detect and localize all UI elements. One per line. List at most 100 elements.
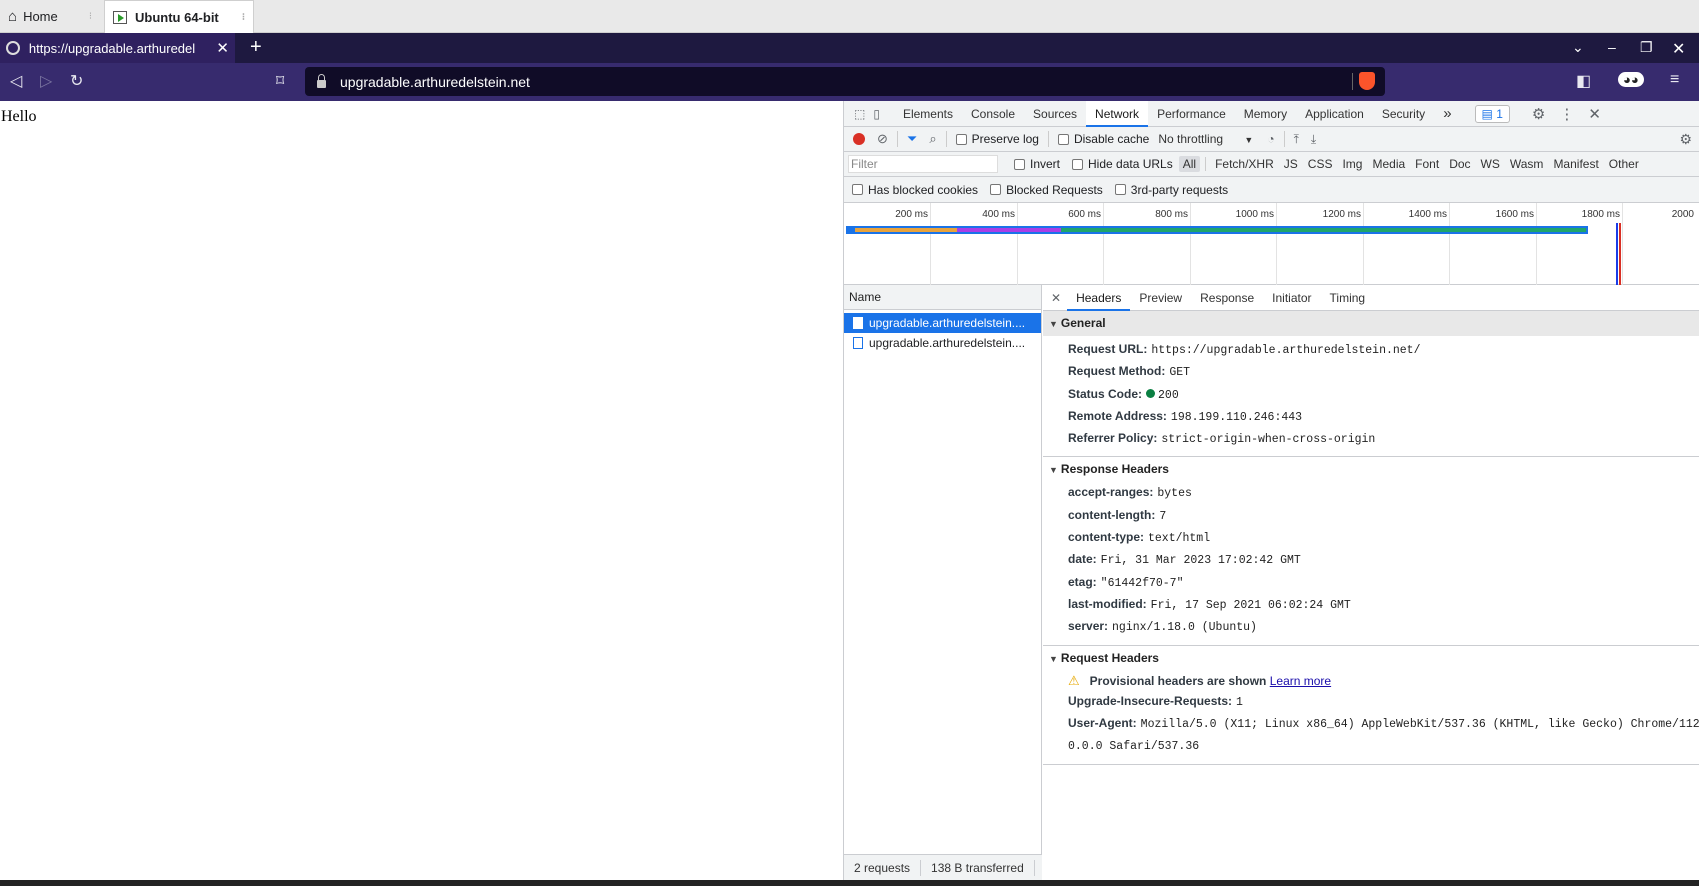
filter-media[interactable]: Media [1368, 156, 1409, 172]
network-conditions-icon[interactable]: ◔ [1267, 132, 1274, 146]
address-bar[interactable]: upgradable.arthuredelstein.net [305, 67, 1385, 96]
header-value: text/html [1148, 532, 1211, 546]
filter-other[interactable]: Other [1605, 156, 1643, 172]
response-headers-header[interactable]: ▼ Response Headers [1043, 457, 1699, 482]
toolbar-divider [945, 131, 947, 147]
header-value: 198.199.110.246:443 [1170, 410, 1303, 424]
header-key: content-type: [1068, 530, 1144, 545]
address-bar-divider [1352, 73, 1353, 90]
tab-separator: ⁝ [88, 11, 92, 22]
tab-timing[interactable]: Timing [1321, 285, 1375, 311]
close-devtools-icon[interactable]: ✕ [1588, 105, 1601, 123]
filter-doc[interactable]: Doc [1445, 156, 1474, 172]
sidebar-icon[interactable]: ◧ [1576, 71, 1591, 91]
filter-input[interactable]: Filter [848, 155, 998, 173]
blocked-requests-checkbox[interactable] [990, 184, 1002, 195]
request-headers-header[interactable]: ▼ Request Headers [1043, 646, 1699, 671]
reload-icon[interactable]: ↻ [70, 71, 83, 91]
tab-headers[interactable]: Headers [1067, 285, 1131, 311]
tab-console[interactable]: Console [962, 101, 1024, 127]
filter-fetch-xhr[interactable]: Fetch/XHR [1211, 156, 1278, 172]
tab-elements[interactable]: Elements [894, 101, 962, 127]
tab-memory[interactable]: Memory [1235, 101, 1296, 127]
filter-img[interactable]: Img [1338, 156, 1366, 172]
invert-checkbox[interactable] [1014, 158, 1025, 170]
header-value: 0.0.0 Safari/537.36 [1068, 740, 1200, 754]
filter-font[interactable]: Font [1411, 156, 1443, 172]
triangle-down-icon: ▼ [1049, 653, 1058, 664]
bookmark-icon[interactable]: ⌑ [276, 71, 284, 91]
close-detail-icon[interactable]: ✕ [1051, 291, 1061, 305]
search-icon[interactable]: ⌕ [929, 131, 936, 147]
tab-response[interactable]: Response [1191, 285, 1263, 311]
inspect-element-icon[interactable]: ⬚ [854, 107, 865, 121]
filter-icon[interactable]: ⏷ [907, 131, 917, 147]
timeline-segment-connect [855, 228, 957, 232]
disable-cache-checkbox[interactable] [1057, 133, 1069, 145]
request-name: upgradable.arthuredelstein.... [869, 336, 1026, 350]
tab-application[interactable]: Application [1296, 101, 1373, 127]
menu-icon[interactable]: ≡ [1670, 71, 1679, 89]
learn-more-link[interactable]: Learn more [1270, 674, 1331, 688]
network-overview-timeline[interactable]: 200 ms 400 ms 600 ms 800 ms 1000 ms 1200… [844, 203, 1699, 285]
hide-data-urls-checkbox[interactable] [1072, 158, 1084, 170]
document-icon [853, 317, 863, 329]
header-value: Fri, 31 Mar 2023 17:02:42 GMT [1100, 554, 1301, 568]
clear-icon[interactable]: ⊘ [877, 131, 888, 147]
brave-shields-icon[interactable] [1359, 72, 1375, 90]
request-list-header[interactable]: Name [844, 285, 1041, 310]
minimize-icon[interactable]: – [1608, 39, 1616, 55]
close-tab-icon[interactable]: ✕ [216, 39, 229, 57]
throttling-select[interactable]: No throttling ▼ [1158, 132, 1253, 146]
preserve-log-checkbox[interactable] [955, 133, 967, 145]
device-toolbar-icon[interactable]: ▯ [873, 107, 880, 121]
import-har-icon[interactable]: ⤒ [1294, 132, 1299, 147]
timeline-gridline [1449, 203, 1450, 285]
general-section-header[interactable]: ▼ General [1043, 311, 1699, 336]
filter-row: Filter Invert Hide data URLs All Fetch/X… [844, 152, 1699, 177]
filter-manifest[interactable]: Manifest [1549, 156, 1602, 172]
tab-security[interactable]: Security [1373, 101, 1434, 127]
filter-css[interactable]: CSS [1304, 156, 1337, 172]
browser-tab[interactable]: https://upgradable.arthuredel ✕ [0, 33, 235, 63]
network-settings-icon[interactable]: ⚙ [1679, 131, 1692, 148]
tab-initiator[interactable]: Initiator [1263, 285, 1320, 311]
request-headers-section: ▼ Request Headers ⚠ Provisional headers ar… [1043, 646, 1699, 765]
record-icon[interactable] [853, 133, 865, 145]
settings-gear-icon[interactable]: ⚙ [1532, 105, 1545, 123]
vm-tab-ubuntu[interactable]: Ubuntu 64-bit ⁝ [104, 0, 254, 33]
third-party-checkbox[interactable] [1114, 184, 1126, 195]
kebab-menu-icon[interactable]: ⋮ [1559, 105, 1574, 123]
timeline-tick-label: 1200 ms [1322, 209, 1361, 220]
filter-all[interactable]: All [1178, 156, 1201, 172]
close-window-icon[interactable]: ✕ [1672, 39, 1685, 59]
header-row: last-modified: Fri, 17 Sep 2021 06:02:24 … [1043, 594, 1699, 616]
dom-content-loaded-line [1616, 223, 1618, 285]
request-row[interactable]: upgradable.arthuredelstein.... [844, 313, 1041, 333]
header-value: strict-origin-when-cross-origin [1161, 433, 1376, 447]
filter-js[interactable]: JS [1280, 156, 1302, 172]
issues-badge[interactable]: ▤ 1 [1474, 104, 1510, 123]
tab-network[interactable]: Network [1086, 100, 1149, 127]
tab-preview[interactable]: Preview [1130, 285, 1191, 311]
timeline-gridline [1017, 203, 1018, 285]
export-har-icon[interactable]: ⤓ [1311, 132, 1316, 147]
vm-tab-home[interactable]: ⌂ Home ⁝ [0, 0, 100, 33]
back-icon[interactable]: ◁ [10, 71, 22, 91]
status-ok-dot-icon [1146, 388, 1156, 398]
filter-ws[interactable]: WS [1477, 156, 1504, 172]
request-row[interactable]: upgradable.arthuredelstein.... [844, 333, 1041, 353]
tab-sources[interactable]: Sources [1024, 101, 1086, 127]
new-tab-button[interactable]: + [250, 36, 262, 59]
vpn-glasses-icon[interactable]: ◕◕ [1618, 72, 1644, 87]
vm-tab-bar: ⌂ Home ⁝ Ubuntu 64-bit ⁝ [0, 0, 1699, 33]
has-blocked-cookies-checkbox[interactable] [852, 184, 863, 195]
more-tabs-button[interactable]: » [1434, 101, 1460, 127]
tab-performance[interactable]: Performance [1148, 101, 1235, 127]
filter-wasm[interactable]: Wasm [1506, 156, 1548, 172]
chevron-down-icon[interactable]: ⌄ [1572, 39, 1584, 56]
response-headers-title: Response Headers [1060, 462, 1169, 477]
header-value: nginx/1.18.0 (Ubuntu) [1112, 621, 1257, 635]
restore-icon[interactable]: ❐ [1640, 39, 1653, 56]
forward-icon[interactable]: ▷ [40, 71, 52, 91]
